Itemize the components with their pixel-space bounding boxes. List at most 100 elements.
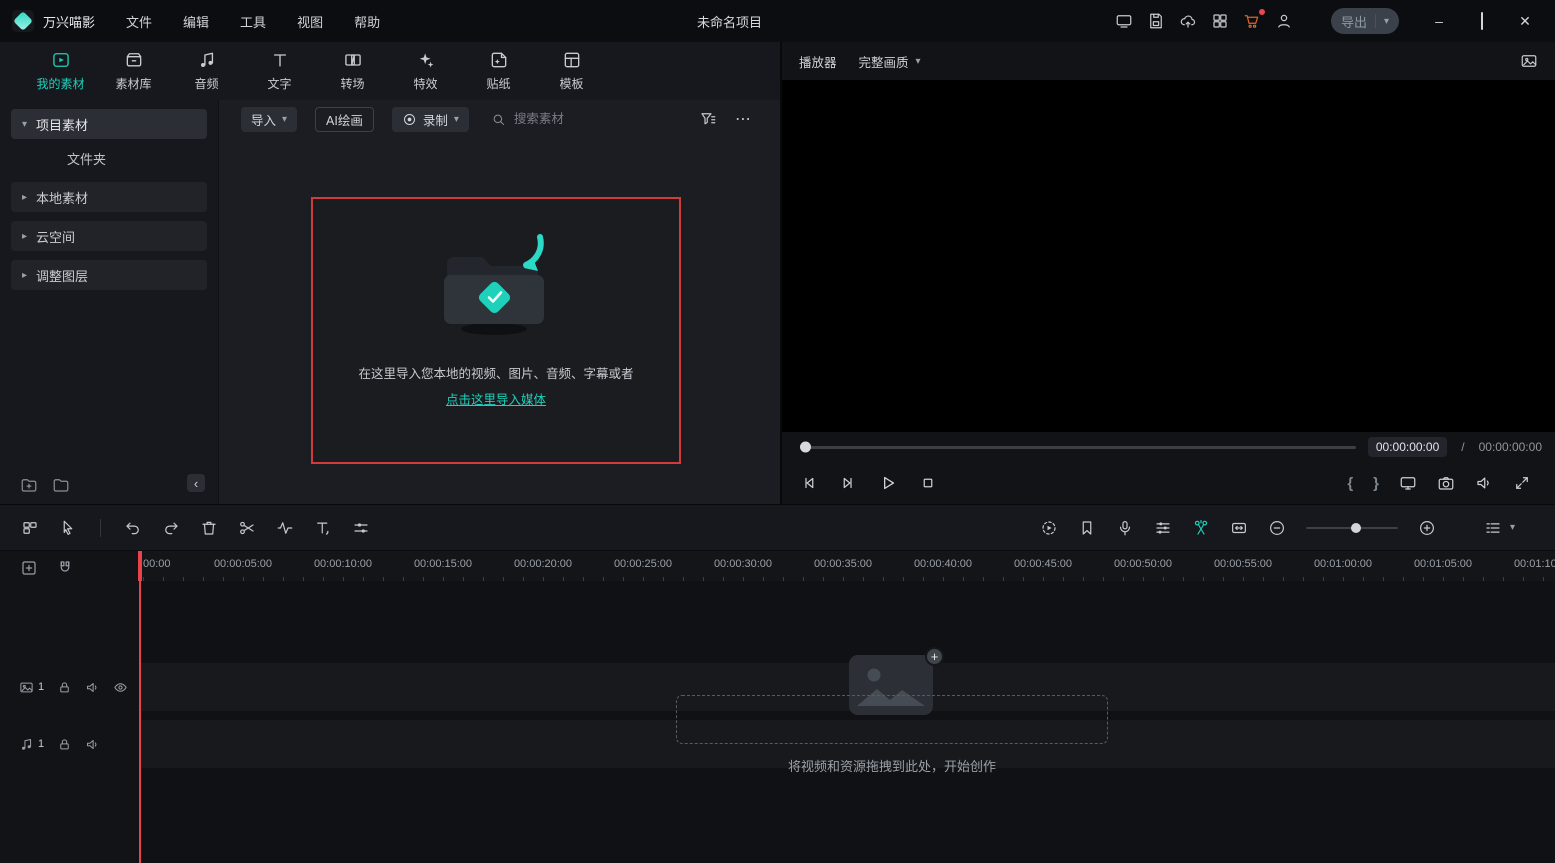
timeline-drop-zone[interactable] <box>676 695 1108 744</box>
cloud-upload-icon[interactable] <box>1179 12 1197 30</box>
new-folder-icon[interactable] <box>20 476 38 494</box>
sidebar-item-local-media[interactable]: ▸ 本地素材 <box>11 182 207 212</box>
visibility-eye-icon[interactable] <box>113 680 128 695</box>
zoom-slider-handle[interactable] <box>1351 523 1361 533</box>
playhead-line[interactable] <box>139 551 141 863</box>
apps-grid-icon[interactable] <box>1211 12 1229 30</box>
sidebar-item-folder[interactable]: 文件夹 <box>11 143 207 173</box>
titlebar: 万兴喵影 文件 编辑 工具 视图 帮助 未命名项目 导出 ▾ – ✕ <box>0 0 1555 42</box>
tab-my-media[interactable]: 我的素材 <box>24 50 97 92</box>
media-panel: 我的素材 素材库 音频 文字 转场 特效 贴纸 模板 <box>0 42 780 504</box>
play-button[interactable] <box>878 473 898 493</box>
triangle-right-icon: ▸ <box>22 231 27 242</box>
save-icon[interactable] <box>1147 12 1165 30</box>
split-scissors-icon[interactable] <box>1192 519 1210 537</box>
tab-stickers[interactable]: 贴纸 <box>462 50 535 92</box>
mark-in-button[interactable]: { <box>1347 475 1353 492</box>
search-input[interactable] <box>514 112 644 126</box>
zoom-slider[interactable] <box>1306 527 1398 529</box>
seek-bar[interactable] <box>802 446 1356 449</box>
ruler-tick-label: 00:01:10:00 <box>1514 558 1555 570</box>
speed-waveform-icon[interactable] <box>276 519 294 537</box>
menu-help[interactable]: 帮助 <box>354 12 380 31</box>
fullscreen-icon[interactable] <box>1513 474 1531 492</box>
fit-timeline-icon[interactable] <box>1230 519 1248 537</box>
import-drop-zone[interactable]: 在这里导入您本地的视频、图片、音频、字幕或者 点击这里导入媒体 <box>311 197 681 464</box>
voiceover-mic-icon[interactable] <box>1116 519 1134 537</box>
delete-folder-icon[interactable] <box>52 476 70 494</box>
user-icon[interactable] <box>1275 12 1293 30</box>
collapse-sidebar-button[interactable]: ‹ <box>187 474 205 492</box>
tab-transitions[interactable]: 转场 <box>316 50 389 92</box>
filter-icon[interactable] <box>699 110 717 128</box>
template-icon <box>562 50 582 70</box>
sidebar-item-adjustment-layer[interactable]: ▸ 调整图层 <box>11 260 207 290</box>
redo-icon[interactable] <box>162 519 180 537</box>
sidebar-item-cloud-space[interactable]: ▸ 云空间 <box>11 221 207 251</box>
tab-text[interactable]: 文字 <box>243 50 316 92</box>
compare-image-icon[interactable] <box>1520 52 1538 70</box>
toolbar-divider <box>100 519 101 537</box>
menu-edit[interactable]: 编辑 <box>183 12 209 31</box>
lock-icon[interactable] <box>57 737 72 752</box>
cart-icon[interactable] <box>1243 12 1261 30</box>
tab-effects[interactable]: 特效 <box>389 50 462 92</box>
delete-icon[interactable] <box>200 519 218 537</box>
mute-speaker-icon[interactable] <box>85 680 100 695</box>
snapshot-camera-icon[interactable] <box>1437 474 1455 492</box>
export-button[interactable]: 导出 ▾ <box>1331 8 1399 34</box>
ruler-tick-label: 00:00:05:00 <box>214 558 272 570</box>
select-cursor-icon[interactable] <box>59 519 77 537</box>
cut-scissors-icon[interactable] <box>238 519 256 537</box>
render-preview-icon[interactable] <box>1040 519 1058 537</box>
minimize-button[interactable]: – <box>1429 13 1449 29</box>
media-content-toolbar: 导入 ▾ AI绘画 录制 ▾ ⋯ <box>219 100 780 138</box>
export-chevron-down-icon[interactable]: ▾ <box>1384 16 1389 27</box>
tab-audio[interactable]: 音频 <box>170 50 243 92</box>
stop-button[interactable] <box>919 474 937 492</box>
close-button[interactable]: ✕ <box>1515 13 1535 30</box>
ai-paint-button[interactable]: AI绘画 <box>315 107 374 132</box>
undo-icon[interactable] <box>124 519 142 537</box>
mute-speaker-icon[interactable] <box>85 737 100 752</box>
list-view-icon <box>1484 519 1502 537</box>
lock-icon[interactable] <box>57 680 72 695</box>
menu-tools[interactable]: 工具 <box>240 12 266 31</box>
sidebar-bottom-actions <box>20 476 70 494</box>
display-device-icon[interactable] <box>1399 474 1417 492</box>
more-options-icon[interactable]: ⋯ <box>735 109 752 129</box>
track-manager-icon[interactable] <box>21 519 39 537</box>
layout-monitor-icon[interactable] <box>1115 12 1133 30</box>
next-frame-button[interactable] <box>839 474 857 492</box>
volume-icon[interactable] <box>1475 474 1493 492</box>
timeline-ruler[interactable]: 00:0000:00:05:0000:00:10:0000:00:15:0000… <box>140 551 1555 581</box>
quality-dropdown[interactable]: 完整画质 ▾ <box>859 52 921 71</box>
playhead-handle[interactable] <box>138 551 142 581</box>
add-media-to-track-icon[interactable] <box>20 559 38 577</box>
zoom-in-icon[interactable] <box>1418 519 1436 537</box>
import-button[interactable]: 导入 ▾ <box>241 107 297 132</box>
seek-handle[interactable] <box>800 442 811 453</box>
add-media-plus-badge[interactable]: + <box>925 647 944 666</box>
mark-out-button[interactable]: } <box>1373 475 1379 492</box>
magnet-snap-icon[interactable] <box>56 559 74 577</box>
sidebar-item-project-media[interactable]: ▾ 项目素材 <box>11 109 207 139</box>
previous-frame-button[interactable] <box>800 474 818 492</box>
tab-stock-media[interactable]: 素材库 <box>97 50 170 92</box>
tab-templates[interactable]: 模板 <box>535 50 608 92</box>
ruler-tick-label: 00:00:50:00 <box>1114 558 1172 570</box>
video-preview[interactable] <box>782 80 1555 432</box>
marker-icon[interactable] <box>1078 519 1096 537</box>
record-button[interactable]: 录制 ▾ <box>392 107 469 132</box>
menu-file[interactable]: 文件 <box>126 12 152 31</box>
adjust-sliders-icon[interactable] <box>352 519 370 537</box>
text-tool-icon[interactable] <box>314 519 332 537</box>
player-topbar: 播放器 完整画质 ▾ <box>782 42 1555 80</box>
track-view-switch[interactable]: ▾ <box>1484 519 1515 537</box>
audio-mixer-icon[interactable] <box>1154 519 1172 537</box>
zoom-out-icon[interactable] <box>1268 519 1286 537</box>
import-media-link[interactable]: 点击这里导入媒体 <box>446 389 546 408</box>
menu-view[interactable]: 视图 <box>297 12 323 31</box>
maximize-button[interactable] <box>1472 13 1492 29</box>
tab-label: 音频 <box>194 75 218 92</box>
